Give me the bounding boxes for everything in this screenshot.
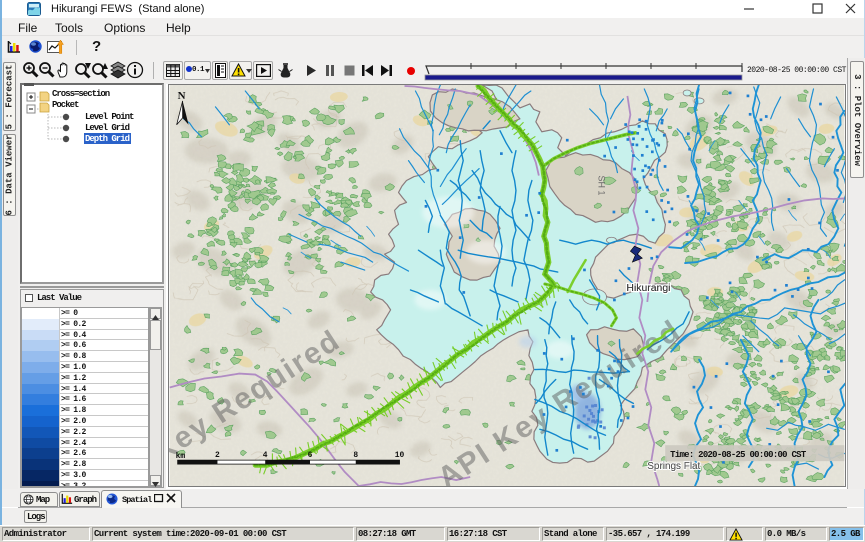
svg-text:6: 6 [308, 451, 313, 460]
svg-text:Hikurangi: Hikurangi [626, 283, 670, 294]
svg-text:Time: 2020-08-25 00:00:00 CST: Time: 2020-08-25 00:00:00 CST [670, 450, 807, 460]
svg-text:N: N [178, 90, 186, 102]
svg-text:2: 2 [215, 451, 220, 460]
svg-text:Springs Flat: Springs Flat [647, 461, 700, 472]
svg-text:4: 4 [263, 451, 268, 460]
svg-text:10: 10 [395, 451, 405, 460]
svg-text:SH 1: SH 1 [597, 176, 607, 196]
svg-text:8: 8 [353, 451, 358, 460]
